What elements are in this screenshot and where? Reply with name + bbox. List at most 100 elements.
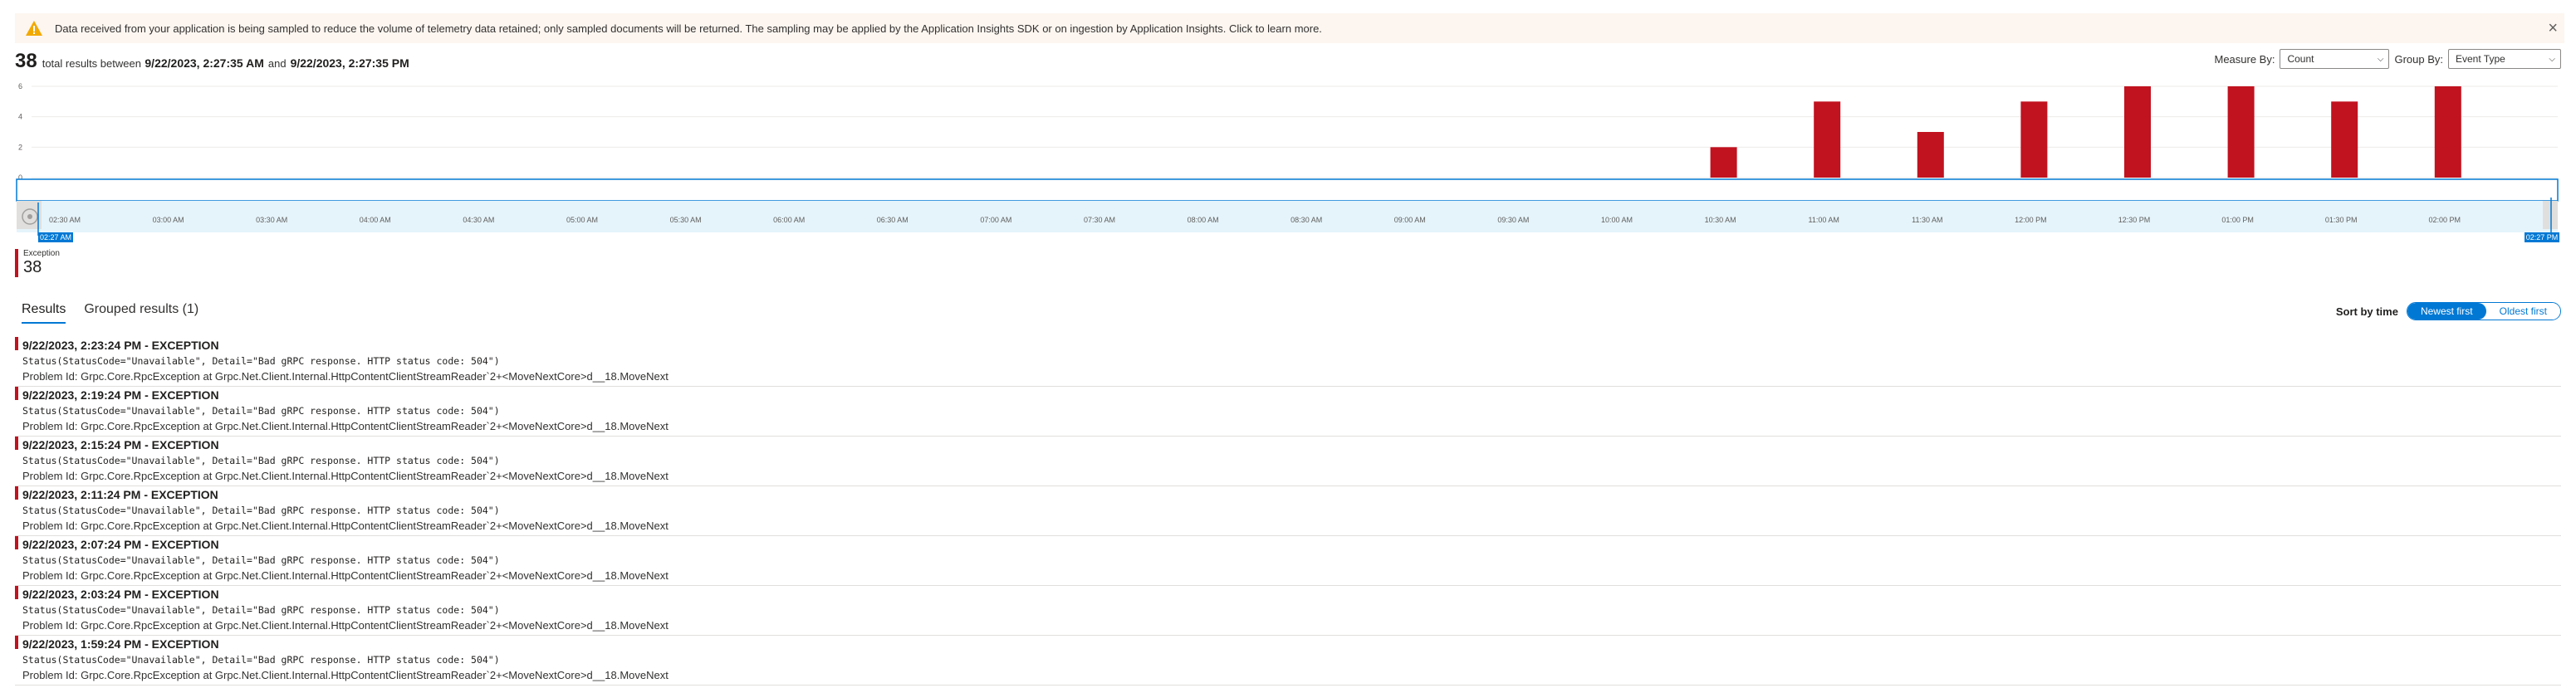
- brush-tick-label: 01:30 PM: [2325, 216, 2358, 224]
- newest-first-button[interactable]: Newest first: [2407, 303, 2486, 320]
- brush-tick-label: 10:00 AM: [1601, 216, 1633, 224]
- brush-tick-label: 10:30 AM: [1705, 216, 1736, 224]
- brush-tick-label: 11:00 AM: [1809, 216, 1839, 224]
- result-problem-id: Problem Id: Grpc.Core.RpcException at Gr…: [22, 569, 668, 582]
- summary-text: total results between: [42, 57, 141, 70]
- event-chart[interactable]: 0 2 4 6 02:30 AM 03:00 AM 03:30 AM 04:00 AM 04:3…: [15, 78, 2561, 244]
- list-item[interactable]: 9/22/2023, 2:11:24 PM - EXCEPTION Status…: [15, 486, 2561, 536]
- brush-tick-label: 09:00 AM: [1394, 216, 1426, 224]
- result-problem-id: Problem Id: Grpc.Core.RpcException at Gr…: [22, 669, 668, 681]
- brush-tick-label: 09:30 AM: [1497, 216, 1529, 224]
- warning-icon: [26, 21, 42, 36]
- brush-tick-label: 07:30 AM: [1084, 216, 1115, 224]
- range-handle-right-bg: [2543, 201, 2558, 229]
- legend-name: Exception: [23, 249, 60, 258]
- result-title[interactable]: 9/22/2023, 2:19:24 PM - EXCEPTION: [22, 387, 2561, 403]
- legend-value: 38: [23, 258, 42, 276]
- brush-tick-label: 11:30 AM: [1912, 216, 1942, 224]
- event-chart-svg: 024602:30 AM 03:00 AM 03:30 AM 04:00 AM 04:3…: [16, 82, 2559, 242]
- results-tabs: Results Grouped results (1): [22, 302, 217, 324]
- range-selector-band[interactable]: [17, 201, 2558, 232]
- chart-bar[interactable]: [2434, 86, 2461, 178]
- result-problem-id: Problem Id: Grpc.Core.RpcException at Gr…: [22, 420, 668, 432]
- chart-bar[interactable]: [2227, 86, 2255, 178]
- list-item[interactable]: 9/22/2023, 2:03:24 PM - EXCEPTION Status…: [15, 586, 2561, 636]
- list-item[interactable]: 9/22/2023, 2:15:24 PM - EXCEPTION Status…: [15, 437, 2561, 486]
- chart-bar[interactable]: [2124, 86, 2151, 178]
- measure-by-select[interactable]: Count ⌵: [2280, 49, 2390, 69]
- end-time: 9/22/2023, 2:27:35 PM: [290, 56, 409, 70]
- summary-and: and: [267, 57, 286, 70]
- close-icon[interactable]: ×: [2548, 20, 2558, 37]
- brush-tick-label: 02:30 AM: [49, 216, 81, 224]
- brush-end-label: 02:27 PM: [2526, 233, 2559, 242]
- brush-tick-label: 06:30 AM: [877, 216, 908, 224]
- tab-results[interactable]: Results: [22, 302, 66, 324]
- severity-bar: [15, 387, 18, 400]
- result-problem-id: Problem Id: Grpc.Core.RpcException at Gr…: [22, 370, 668, 383]
- group-by-select[interactable]: Event Type ⌵: [2448, 49, 2561, 69]
- measure-by-value: Count: [2287, 53, 2314, 65]
- legend-swatch: [15, 249, 18, 277]
- chart-bar[interactable]: [1917, 132, 1944, 178]
- brush-tick-label: 12:00 PM: [2015, 216, 2047, 224]
- y-tick-label: 4: [18, 113, 22, 121]
- result-title[interactable]: 9/22/2023, 2:11:24 PM - EXCEPTION: [22, 486, 2561, 502]
- brush-tick-label: 03:00 AM: [153, 216, 184, 224]
- result-problem-id: Problem Id: Grpc.Core.RpcException at Gr…: [22, 619, 668, 632]
- start-time: 9/22/2023, 2:27:35 AM: [144, 56, 264, 70]
- severity-bar: [15, 636, 18, 649]
- chart-controls: Measure By: Count ⌵ Group By: Event Type…: [2214, 49, 2561, 69]
- result-detail: Status(StatusCode="Unavailable", Detail=…: [22, 554, 500, 566]
- brush-tick-label: 05:30 AM: [670, 216, 702, 224]
- brush-tick-label: 07:00 AM: [980, 216, 1011, 224]
- chart-legend[interactable]: Exception 38: [15, 249, 60, 279]
- sort-label: Sort by time: [2335, 305, 2398, 318]
- sort-control: Sort by time Newest first Oldest first: [2336, 302, 2561, 320]
- result-detail: Status(StatusCode="Unavailable", Detail=…: [22, 355, 500, 367]
- severity-bar: [15, 586, 18, 599]
- brush-tick-label: 08:00 AM: [1188, 216, 1219, 224]
- severity-bar: [15, 337, 18, 350]
- result-title[interactable]: 9/22/2023, 2:03:24 PM - EXCEPTION: [22, 586, 2561, 602]
- chart-bar[interactable]: [1814, 101, 1841, 178]
- result-problem-id: Problem Id: Grpc.Core.RpcException at Gr…: [22, 520, 668, 532]
- results-list: 9/22/2023, 2:23:24 PM - EXCEPTION Status…: [15, 337, 2561, 686]
- range-reset-icon-dot: [27, 214, 32, 219]
- result-title[interactable]: 9/22/2023, 2:07:24 PM - EXCEPTION: [22, 536, 2561, 552]
- result-title[interactable]: 9/22/2023, 1:59:24 PM - EXCEPTION: [22, 636, 2561, 651]
- range-selector-frame[interactable]: [16, 178, 2559, 202]
- chart-bar[interactable]: [1710, 147, 1737, 178]
- oldest-first-button[interactable]: Oldest first: [2485, 303, 2560, 320]
- y-tick-label: 2: [18, 143, 22, 151]
- result-title[interactable]: 9/22/2023, 2:23:24 PM - EXCEPTION: [22, 337, 2561, 353]
- list-item[interactable]: 9/22/2023, 2:07:24 PM - EXCEPTION Status…: [15, 536, 2561, 586]
- result-detail: Status(StatusCode="Unavailable", Detail=…: [22, 654, 500, 666]
- result-detail: Status(StatusCode="Unavailable", Detail=…: [22, 604, 500, 616]
- brush-start-label: 02:27 AM: [40, 233, 71, 242]
- brush-tick-label: 12:30 PM: [2118, 216, 2151, 224]
- brush-tick-label: 02:00 PM: [2429, 216, 2461, 224]
- result-detail: Status(StatusCode="Unavailable", Detail=…: [22, 405, 500, 417]
- brush-tick-label: 03:30 AM: [256, 216, 287, 224]
- group-by-label: Group By:: [2394, 52, 2443, 66]
- result-detail: Status(StatusCode="Unavailable", Detail=…: [22, 505, 500, 516]
- result-problem-id: Problem Id: Grpc.Core.RpcException at Gr…: [22, 470, 668, 482]
- sampling-banner[interactable]: Data received from your application is b…: [15, 13, 2564, 43]
- tab-grouped-results[interactable]: Grouped results (1): [84, 302, 198, 324]
- severity-bar: [15, 486, 18, 500]
- result-title[interactable]: 9/22/2023, 2:15:24 PM - EXCEPTION: [22, 437, 2561, 452]
- list-item[interactable]: 9/22/2023, 2:23:24 PM - EXCEPTION Status…: [15, 337, 2561, 387]
- brush-tick-label: 01:00 PM: [2221, 216, 2254, 224]
- brush-tick-label: 05:00 AM: [566, 216, 598, 224]
- sort-toggle[interactable]: Newest first Oldest first: [2406, 302, 2561, 320]
- chart-bar[interactable]: [2020, 101, 2048, 178]
- banner-message[interactable]: Data received from your application is b…: [55, 22, 1322, 35]
- chart-bar[interactable]: [2331, 101, 2358, 178]
- group-by-value: Event Type: [2456, 53, 2505, 65]
- list-item[interactable]: 9/22/2023, 1:59:24 PM - EXCEPTION Status…: [15, 636, 2561, 686]
- results-summary: 38 total results between 9/22/2023, 2:27…: [15, 50, 409, 73]
- brush-tick-label: 04:00 AM: [360, 216, 391, 224]
- list-item[interactable]: 9/22/2023, 2:19:24 PM - EXCEPTION Status…: [15, 387, 2561, 437]
- chevron-down-icon: ⌵: [2549, 54, 2555, 64]
